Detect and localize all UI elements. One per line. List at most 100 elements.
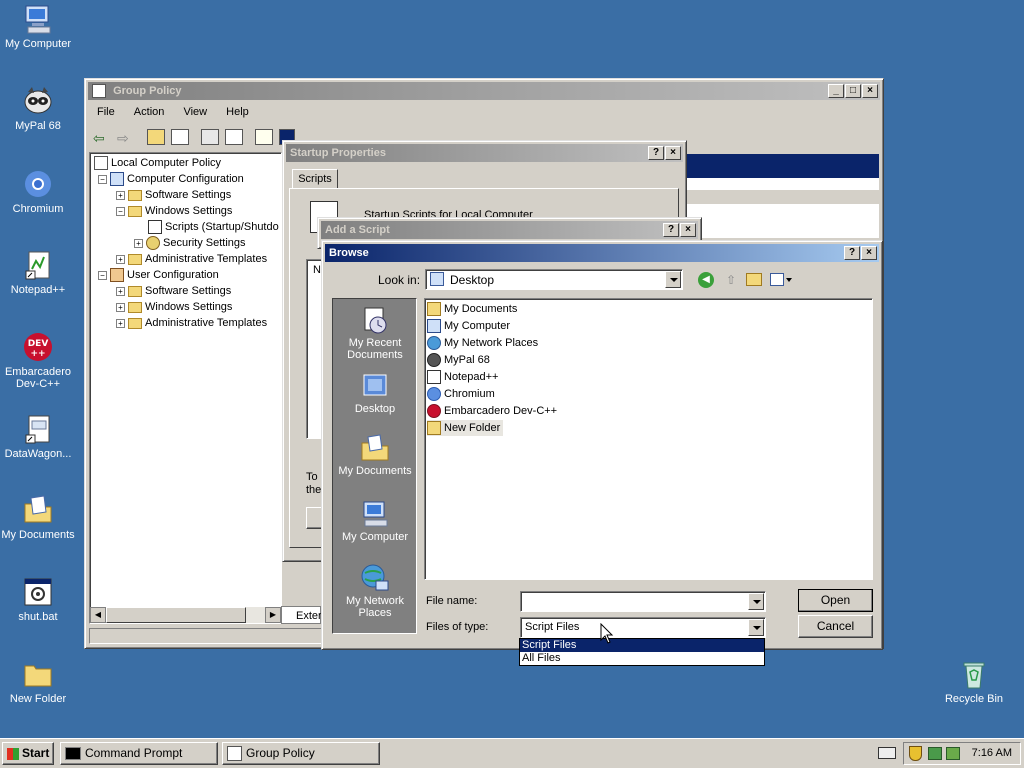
expand-icon[interactable]: + [116, 286, 125, 296]
tree-item-windows-settings[interactable]: − Windows Settings [116, 203, 232, 219]
collapse-icon[interactable]: − [98, 174, 107, 184]
tree-item-software-settings[interactable]: + Software Settings [116, 187, 231, 203]
list-item[interactable]: Chromium [427, 386, 495, 402]
help-icon[interactable] [255, 129, 273, 145]
tree-item-computer-configuration[interactable]: − Computer Configuration [98, 171, 244, 187]
group-policy-titlebar[interactable]: Group Policy _ □ × [88, 82, 880, 100]
close-button[interactable]: × [861, 246, 877, 260]
close-button[interactable]: × [680, 223, 696, 237]
cancel-button[interactable]: Cancel [798, 615, 873, 638]
desktop-icon-mypal[interactable]: MyPal 68 [0, 85, 76, 132]
file-name-input[interactable] [520, 591, 766, 612]
desktop-icon-notepadpp[interactable]: Notepad++ [0, 249, 76, 296]
places-my-documents[interactable]: My Documents [333, 433, 417, 477]
browse-titlebar[interactable]: Browse ? × [325, 244, 879, 262]
desktop-icon-new-folder[interactable]: New Folder [0, 658, 76, 705]
documents-folder-icon [22, 494, 54, 526]
scroll-right-arrow-icon[interactable]: ▶ [265, 607, 281, 623]
task-group-policy[interactable]: Group Policy [222, 742, 380, 765]
task-command-prompt[interactable]: Command Prompt [60, 742, 218, 765]
tree-item-user-windows-settings[interactable]: + Windows Settings [116, 299, 232, 315]
desktop-icon-shutbat[interactable]: shut.bat [0, 576, 76, 623]
files-of-type-select[interactable]: Script Files [520, 617, 766, 638]
expand-icon[interactable]: + [116, 190, 125, 200]
tree-item-scripts[interactable]: Scripts (Startup/Shutdo [148, 219, 279, 235]
up-folder-icon[interactable] [147, 129, 165, 145]
desktop-icon-datawagon[interactable]: DataWagon... [0, 413, 76, 460]
new-folder-icon[interactable] [746, 273, 762, 286]
help-button[interactable]: ? [844, 246, 860, 260]
places-my-computer[interactable]: My Computer [333, 499, 417, 543]
help-button[interactable]: ? [663, 223, 679, 237]
list-item[interactable]: My Network Places [427, 335, 538, 351]
desktop-icon-recycle-bin[interactable]: Recycle Bin [936, 658, 1012, 705]
scroll-left-arrow-icon[interactable]: ◀ [90, 607, 106, 623]
desktop-icon-my-computer[interactable]: My Computer [0, 3, 76, 50]
desktop-icon-my-documents[interactable]: My Documents [0, 494, 76, 541]
minimize-button[interactable]: _ [828, 84, 844, 98]
menu-action[interactable]: Action [134, 106, 165, 118]
tree-item-local-computer-policy[interactable]: Local Computer Policy [94, 155, 221, 171]
list-item[interactable]: My Documents [427, 301, 517, 317]
look-in-combo[interactable]: Desktop [425, 269, 683, 290]
back-icon[interactable]: ◀ [698, 272, 714, 288]
close-button[interactable]: × [862, 84, 878, 98]
places-my-recent-documents[interactable]: My Recent Documents [333, 305, 417, 361]
expand-icon[interactable]: + [116, 318, 125, 328]
list-item[interactable]: MyPal 68 [427, 352, 490, 368]
update-icon[interactable] [946, 747, 960, 760]
tree-item-user-configuration[interactable]: − User Configuration [98, 267, 219, 283]
back-arrow-icon[interactable]: ⇦ [93, 130, 105, 147]
keyboard-icon[interactable] [878, 747, 896, 759]
list-item[interactable]: My Computer [427, 318, 510, 334]
properties-icon[interactable] [201, 129, 219, 145]
expand-icon[interactable]: + [116, 254, 125, 264]
add-script-titlebar[interactable]: Add a Script ? × [321, 221, 698, 239]
option-script-files[interactable]: Script Files [520, 639, 764, 652]
expand-icon[interactable]: + [116, 302, 125, 312]
menu-help[interactable]: Help [226, 106, 249, 118]
security-shield-icon[interactable] [909, 746, 922, 761]
places-desktop[interactable]: Desktop [333, 371, 417, 415]
option-all-files[interactable]: All Files [520, 652, 764, 665]
help-button[interactable]: ? [648, 146, 664, 160]
tab-scripts[interactable]: Scripts [292, 169, 338, 189]
list-item[interactable]: Notepad++ [427, 369, 498, 385]
tree-item-user-administrative-templates[interactable]: + Administrative Templates [116, 315, 267, 331]
collapse-icon[interactable]: − [116, 206, 125, 216]
expand-icon[interactable]: + [134, 238, 143, 248]
export-list-icon[interactable] [225, 129, 243, 145]
tree-horizontal-scrollbar[interactable]: ◀ ▶ [90, 607, 281, 623]
startup-properties-titlebar[interactable]: Startup Properties ? × [286, 144, 683, 162]
clock[interactable]: 7:16 AM [972, 747, 1012, 759]
forward-arrow-icon[interactable]: ⇨ [117, 130, 129, 147]
show-tree-icon[interactable] [171, 129, 189, 145]
tree-pane[interactable]: Local Computer Policy − Computer Configur… [89, 152, 282, 624]
chevron-down-icon[interactable] [665, 271, 681, 288]
file-list[interactable]: My Documents My Computer My Network Plac… [424, 298, 873, 580]
tree-item-administrative-templates[interactable]: + Administrative Templates [116, 251, 267, 267]
up-one-level-icon[interactable]: ⇧ [723, 272, 739, 288]
tree-item-security-settings[interactable]: + Security Settings [134, 235, 246, 251]
tab-extended[interactable]: Exter [281, 606, 322, 624]
list-item[interactable]: Embarcadero Dev-C++ [427, 403, 557, 419]
maximize-button[interactable]: □ [845, 84, 861, 98]
chevron-down-icon[interactable] [748, 619, 764, 636]
chevron-down-icon[interactable] [748, 593, 764, 610]
menu-file[interactable]: File [97, 106, 115, 118]
file-type-dropdown[interactable]: Script Files All Files [519, 638, 765, 666]
start-button[interactable]: Start [2, 742, 54, 765]
menu-view[interactable]: View [183, 106, 207, 118]
folder-icon [427, 421, 441, 436]
scroll-thumb[interactable] [106, 607, 246, 623]
desktop-icon-chromium[interactable]: Chromium [0, 168, 76, 215]
network-status-icon[interactable] [928, 747, 942, 760]
desktop-icon-devcpp[interactable]: DEV ++ Embarcadero Dev-C++ [0, 331, 76, 390]
close-button[interactable]: × [665, 146, 681, 160]
collapse-icon[interactable]: − [98, 270, 107, 280]
places-my-network-places[interactable]: My Network Places [333, 563, 417, 619]
view-menu-icon[interactable] [770, 273, 794, 287]
tree-item-user-software-settings[interactable]: + Software Settings [116, 283, 231, 299]
list-item-selected[interactable]: New Folder [427, 420, 504, 436]
open-button[interactable]: Open [798, 589, 873, 612]
